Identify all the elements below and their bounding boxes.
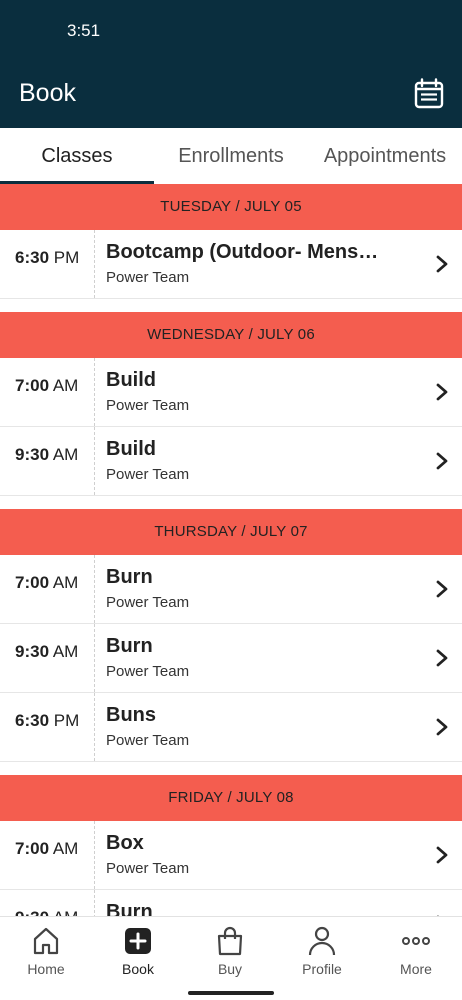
class-row[interactable]: 7:00 AM Build Power Team [0,358,462,427]
class-time: 7:00 AM [0,821,95,889]
chevron-right-icon[interactable] [436,452,448,470]
class-time-value: 7:00 [15,376,50,395]
class-time-value: 7:00 [15,573,50,592]
class-time: 9:30 AM [0,890,95,916]
tab-label: Classes [41,145,113,167]
class-row[interactable]: 7:00 AM Burn Power Team [0,555,462,624]
more-icon [402,937,430,945]
day-header: FRIDAY / JULY 08 [0,775,462,821]
class-time-value: 9:30 [15,908,49,916]
nav-home[interactable]: Home [0,925,92,977]
chevron-right-icon[interactable] [436,255,448,273]
class-time: 9:30 AM [0,427,95,495]
class-time-value: 9:30 [15,642,50,661]
class-row[interactable]: 6:30 PM Bootcamp (Outdoor- Mens… Power Tea… [0,230,462,299]
bottom-navigation: Home Book Buy Profile More [0,916,462,1000]
person-icon [308,926,336,956]
class-info: Buns Power Team [106,704,406,749]
nav-label: Book [122,961,154,977]
nav-more[interactable]: More [370,925,462,977]
class-info: Burn Power Team [106,635,406,680]
day-separator [0,496,462,509]
home-icon [33,927,59,955]
status-time: 3:51 [67,21,101,40]
tab-label: Appointments [323,145,447,167]
day-separator [0,299,462,312]
class-name: Burn [106,635,153,657]
class-time-value: 9:30 [15,445,50,464]
day-header: WEDNESDAY / JULY 06 [0,312,462,358]
class-coach: Power Team [106,466,190,483]
app-header: Book [0,62,462,128]
home-indicator [188,991,274,995]
class-time-ampm: AM [53,908,79,916]
class-coach: Power Team [106,732,190,749]
class-time-ampm: PM [53,711,80,730]
shopping-bag-icon [217,926,243,956]
class-time-ampm: AM [52,376,79,395]
class-schedule-list[interactable]: TUESDAY / JULY 05 6:30 PM Bootcamp (Outdoo… [0,184,462,916]
page-title: Book [19,79,76,107]
calendar-icon[interactable] [414,78,444,110]
class-info: Build Power Team [106,369,406,414]
day-header: TUESDAY / JULY 05 [0,184,462,230]
class-row[interactable]: 9:30 AM Build Power Team [0,427,462,496]
class-name: Burn [106,566,153,588]
class-time-ampm: AM [52,839,79,858]
nav-buy[interactable]: Buy [184,925,276,977]
nav-label: Buy [217,961,243,977]
class-coach: Power Team [106,269,190,286]
class-name: Burn [106,901,153,916]
class-time-value: 6:30 [15,248,50,267]
status-bar: 3:51 [0,0,462,62]
class-time-ampm: AM [52,573,79,592]
nav-label: More [400,961,432,977]
chevron-right-icon[interactable] [436,580,448,598]
class-row[interactable]: 9:30 AM BurnPower Team [0,890,462,916]
nav-label: Profile [302,961,342,977]
tab-label: Enrollments [178,145,284,167]
class-time-ampm: AM [52,445,79,464]
class-time-value: 7:00 [15,839,50,858]
class-coach: Power Team [106,594,190,611]
class-time: 7:00 AM [0,555,95,623]
chevron-right-icon[interactable] [436,383,448,401]
class-name: Bootcamp (Outdoor- Mens… [106,241,379,263]
class-info: Box Power Team [106,832,406,877]
class-time-ampm: PM [53,248,80,267]
class-coach: Power Team [106,860,190,877]
tab-enrollments[interactable]: Enrollments [154,128,308,184]
class-row[interactable]: 9:30 AM Burn Power Team [0,624,462,693]
class-time: 6:30 PM [0,693,95,761]
class-time: 7:00 AM [0,358,95,426]
class-info: Bootcamp (Outdoor- Mens… Power Team [106,241,406,286]
day-separator [0,762,462,775]
class-info: BurnPower Team [106,901,406,916]
class-row[interactable]: 7:00 AM Box Power Team [0,821,462,890]
class-coach: Power Team [106,663,190,680]
class-info: Burn Power Team [106,566,406,611]
class-name: Build [106,369,156,391]
tab-appointments[interactable]: Appointments [308,128,462,184]
nav-profile[interactable]: Profile [276,925,368,977]
tab-bar-top: Classes Enrollments Appointments [0,128,462,184]
chevron-right-icon[interactable] [436,649,448,667]
class-name: Box [106,832,144,854]
class-time-value: 6:30 [15,711,50,730]
class-row[interactable]: 6:30 PM Buns Power Team [0,693,462,762]
nav-book[interactable]: Book [92,925,184,977]
nav-label: Home [27,961,65,977]
class-name: Buns [106,704,156,726]
class-coach: Power Team [106,397,190,414]
plus-icon [125,928,151,954]
class-time: 9:30 AM [0,624,95,692]
class-info: Build Power Team [106,438,406,483]
tab-classes[interactable]: Classes [0,128,154,184]
chevron-right-icon[interactable] [436,846,448,864]
class-time: 6:30 PM [0,230,95,298]
class-name: Build [106,438,156,460]
class-time-ampm: AM [52,642,79,661]
day-header: THURSDAY / JULY 07 [0,509,462,555]
chevron-right-icon[interactable] [436,718,448,736]
